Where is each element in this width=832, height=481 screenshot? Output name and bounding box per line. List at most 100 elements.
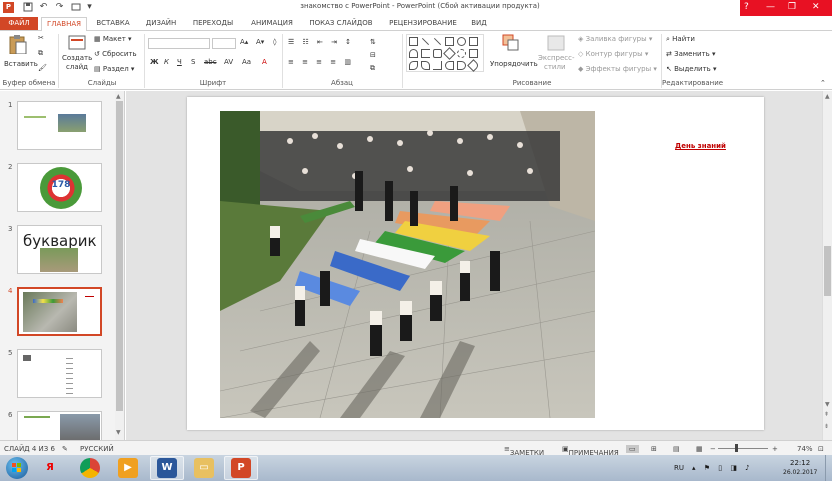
shape-outline-button[interactable]: ◇ Контур фигуры ▾ xyxy=(578,50,648,58)
tab-transitions[interactable]: ПЕРЕХОДЫ xyxy=(188,17,238,30)
new-slide-button[interactable]: Создать слайд xyxy=(62,34,92,76)
shape-rect-icon[interactable] xyxy=(409,37,418,46)
clock-date[interactable]: 26.02.2017 xyxy=(783,469,817,476)
slide-thumbnail-3[interactable]: букварик xyxy=(17,225,102,274)
zoom-slider[interactable] xyxy=(718,448,768,449)
input-language[interactable]: RU xyxy=(674,464,684,472)
bold-button[interactable]: Ж xyxy=(150,58,159,66)
tab-design[interactable]: ДИЗАЙН xyxy=(140,17,182,30)
word-icon[interactable]: W xyxy=(157,458,177,478)
show-desktop-button[interactable] xyxy=(825,455,832,481)
smartart-icon[interactable]: ⧉ xyxy=(370,64,375,73)
shape-brace2-icon[interactable] xyxy=(457,61,466,70)
reset-button[interactable]: ↺ Сбросить xyxy=(94,50,137,58)
redo-icon[interactable]: ↷ xyxy=(54,2,65,13)
slide-thumbnail-4[interactable] xyxy=(17,287,102,336)
undo-icon[interactable]: ↶ xyxy=(38,2,49,13)
clock-time[interactable]: 22:12 xyxy=(790,459,810,467)
text-direction-icon[interactable]: ⇅ xyxy=(370,38,376,46)
cut-icon[interactable]: ✂ xyxy=(38,34,44,42)
shape-curve-icon[interactable] xyxy=(421,61,430,70)
yandex-browser-icon[interactable]: Я xyxy=(40,458,60,478)
tab-insert[interactable]: ВСТАВКА xyxy=(92,17,134,30)
shape-wave-icon[interactable] xyxy=(409,61,418,70)
quick-access-dropdown-icon[interactable]: ▾ xyxy=(84,2,95,13)
shape-circle-icon[interactable] xyxy=(457,49,466,58)
comments-button[interactable]: ▣ ПРИМЕЧАНИЯ xyxy=(562,445,619,457)
media-player-icon[interactable]: ▶ xyxy=(118,458,138,478)
shape-corner-icon[interactable] xyxy=(433,61,442,70)
shape-star-icon[interactable] xyxy=(467,59,480,72)
shape-arc-icon[interactable] xyxy=(409,49,418,58)
italic-button[interactable]: К xyxy=(164,58,169,66)
shape-fill-button[interactable]: ◈ Заливка фигуры ▾ xyxy=(578,35,652,43)
zoom-out-icon[interactable]: − xyxy=(710,445,716,453)
close-button[interactable]: ✕ xyxy=(812,2,820,12)
find-button[interactable]: ⌕ Найти xyxy=(666,35,695,44)
scroll-up-icon[interactable]: ▲ xyxy=(116,93,121,100)
shape-line-icon[interactable] xyxy=(421,37,430,46)
shape-bracket-icon[interactable] xyxy=(421,49,430,58)
fit-to-window-icon[interactable]: ⊡ xyxy=(818,445,824,453)
start-slideshow-icon[interactable] xyxy=(70,2,81,13)
zoom-percent[interactable]: 74% xyxy=(797,445,813,453)
section-button[interactable]: ▤ Раздел ▾ xyxy=(94,65,134,73)
zoom-in-icon[interactable]: + xyxy=(772,445,778,453)
shape-rounded-icon[interactable] xyxy=(433,49,442,58)
shape-brace-icon[interactable] xyxy=(445,61,454,70)
arrange-button[interactable]: Упорядочить xyxy=(490,34,538,76)
next-slide-icon[interactable]: ⇟ xyxy=(824,423,829,430)
quick-styles-button[interactable]: Экспресс- стили xyxy=(536,34,576,76)
shapes-gallery[interactable] xyxy=(406,34,484,72)
scroll-thumb[interactable] xyxy=(116,101,123,411)
shape-arrow-icon[interactable] xyxy=(433,37,442,46)
shape-oval-icon[interactable] xyxy=(457,37,466,46)
save-icon[interactable] xyxy=(22,2,33,13)
change-case-icon[interactable]: Aa xyxy=(242,58,251,66)
zoom-slider-knob[interactable] xyxy=(734,444,738,452)
char-spacing-icon[interactable]: AV xyxy=(224,58,233,66)
slide-hyperlink[interactable]: День знаний xyxy=(675,142,726,150)
layout-button[interactable]: ▦ Макет ▾ xyxy=(94,35,132,43)
format-painter-icon[interactable]: 🖌 xyxy=(38,64,47,72)
chrome-icon[interactable] xyxy=(80,458,100,478)
start-button-icon[interactable] xyxy=(6,457,28,479)
tray-icons[interactable]: ▴ ⚑ ▯ ◨ ♪ xyxy=(692,464,753,472)
clear-format-icon[interactable]: ◊ xyxy=(273,38,276,46)
slide-thumbnail-5[interactable] xyxy=(17,349,102,398)
scroll-thumb[interactable] xyxy=(824,246,831,296)
slide-thumbnail-1[interactable] xyxy=(17,101,102,150)
slide-scrollbar[interactable]: ▲ ▼ ⇞ ⇟ xyxy=(822,91,832,440)
maximize-button[interactable]: ❐ xyxy=(788,2,796,12)
slideshow-view-icon[interactable]: ▦ xyxy=(696,445,703,453)
slide-photo[interactable] xyxy=(220,111,595,418)
notes-button[interactable]: ≡ ЗАМЕТКИ xyxy=(504,445,544,457)
shape-effects-button[interactable]: ◆ Эффекты фигуры ▾ xyxy=(578,65,657,73)
tab-file[interactable]: ФАЙЛ xyxy=(0,17,38,30)
prev-slide-icon[interactable]: ⇞ xyxy=(824,411,829,418)
align-text-icon[interactable]: ⊟ xyxy=(370,51,376,59)
font-size-field[interactable] xyxy=(212,38,236,49)
list-buttons-row[interactable]: ☰ ☷ ⇤ ⇥ ↕ xyxy=(288,38,354,46)
tab-slideshow[interactable]: ПОКАЗ СЛАЙДОВ xyxy=(305,17,377,30)
powerpoint-icon[interactable]: P xyxy=(231,458,251,478)
font-name-field[interactable] xyxy=(148,38,210,49)
strikethrough-button[interactable]: abc xyxy=(204,58,217,66)
font-grow-icon[interactable]: A▴ xyxy=(240,38,248,46)
copy-icon[interactable]: ⧉ xyxy=(38,49,43,58)
replace-button[interactable]: ⇄ Заменить ▾ xyxy=(666,50,716,58)
help-button[interactable]: ? xyxy=(744,2,749,12)
language-indicator[interactable]: РУССКИЙ xyxy=(80,445,114,453)
underline-button[interactable]: Ч xyxy=(177,58,182,66)
minimize-button[interactable]: — xyxy=(766,2,775,12)
shape-square-icon[interactable] xyxy=(445,37,454,46)
font-shrink-icon[interactable]: A▾ xyxy=(256,38,264,46)
scroll-down-icon[interactable]: ▼ xyxy=(116,429,121,436)
slide-thumbnail-6[interactable] xyxy=(17,411,102,441)
thumbnail-scrollbar[interactable]: ▲ ▼ xyxy=(115,91,124,440)
tab-animation[interactable]: АНИМАЦИЯ xyxy=(244,17,300,30)
scroll-down-icon[interactable]: ▼ xyxy=(825,401,830,408)
font-color-icon[interactable]: A xyxy=(262,58,267,66)
shape-rect2-icon[interactable] xyxy=(469,37,478,46)
tab-home[interactable]: ГЛАВНАЯ xyxy=(41,17,87,32)
